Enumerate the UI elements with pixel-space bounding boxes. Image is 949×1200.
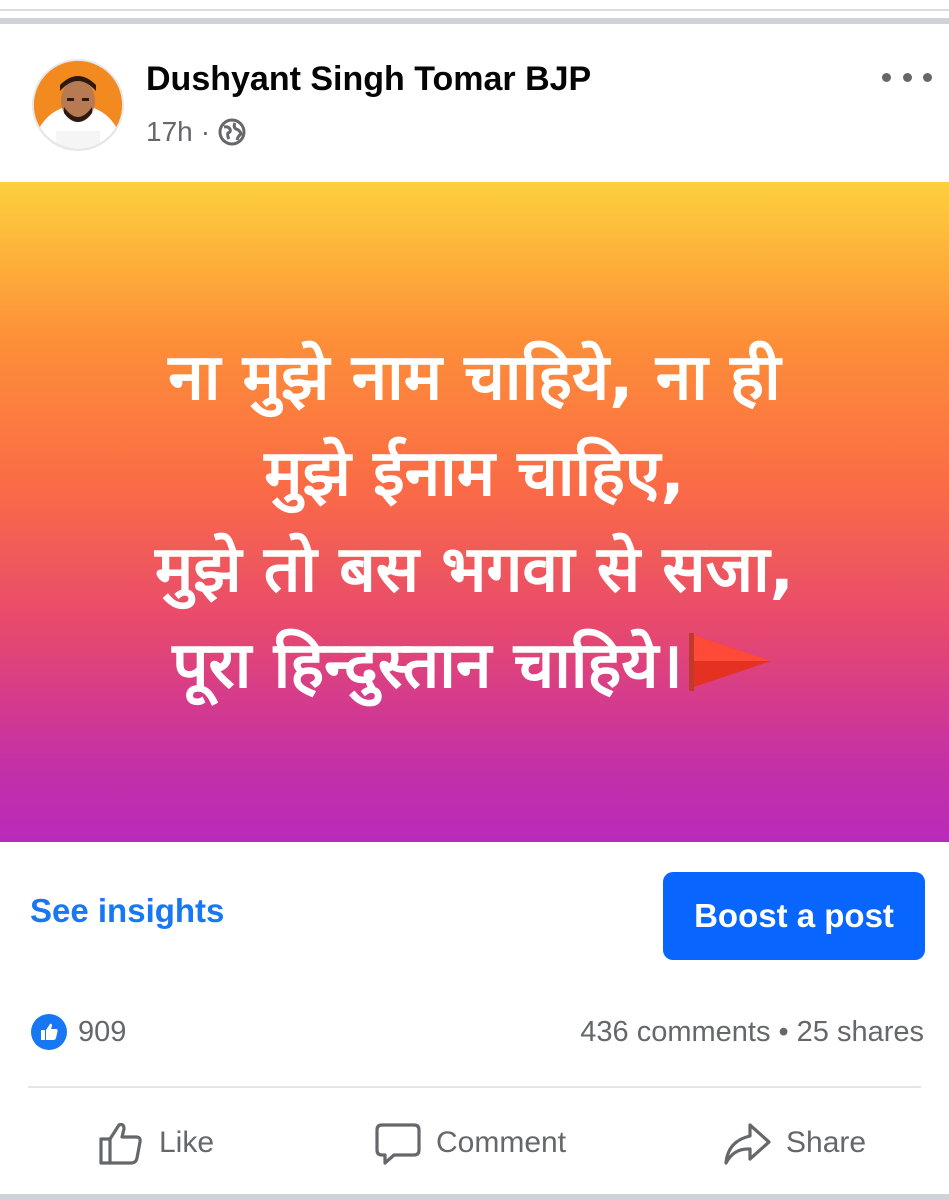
stats-separator: • <box>778 1016 789 1048</box>
quote-line-3: मुझे तो बस भगवा से सजा, <box>154 533 794 607</box>
share-count[interactable]: 25 shares <box>797 1016 924 1048</box>
like-count[interactable]: 909 <box>78 1016 126 1049</box>
post-header: Dushyant Singh Tomar BJP 17h · <box>0 24 949 182</box>
quote-line-2: मुझे ईनाम चाहिए, <box>264 437 685 511</box>
image-quote: ना मुझे नाम चाहिये, ना ही मुझे ईनाम चाहि… <box>0 330 949 714</box>
boost-post-button[interactable]: Boost a post <box>663 872 925 960</box>
meta-separator: · <box>200 116 211 147</box>
globe-icon <box>218 118 246 146</box>
more-icon-dot <box>882 72 891 82</box>
post-actions-row: See insights Boost a post <box>0 842 949 987</box>
share-button[interactable]: Share <box>722 1118 866 1168</box>
quote-line-1: ना मुझे नाम चाहिये, ना ही <box>168 341 781 415</box>
post-stats: 909 436 comments • 25 shares <box>0 1000 949 1066</box>
quote-line-4: पूरा हिन्दुस्तान चाहिये। <box>0 618 949 714</box>
quote-line-4-text: पूरा हिन्दुस्तान चाहिये। <box>172 629 683 703</box>
divider <box>28 1086 921 1088</box>
thumbs-up-icon <box>41 1023 58 1040</box>
flag-icon <box>688 633 771 691</box>
bottom-separator <box>0 1194 949 1200</box>
post-time[interactable]: 17h <box>146 116 193 148</box>
like-button[interactable]: Like <box>97 1118 214 1168</box>
more-options-button[interactable] <box>882 62 932 92</box>
reaction-bar: Like Comment Share <box>0 1090 949 1194</box>
post-meta: 17h · <box>146 116 246 148</box>
like-label: Like <box>159 1126 215 1159</box>
top-edge <box>0 0 949 24</box>
comments-shares: 436 comments • 25 shares <box>580 1016 924 1049</box>
avatar[interactable] <box>32 59 124 151</box>
post-image[interactable]: ना मुझे नाम चाहिये, ना ही मुझे ईनाम चाहि… <box>0 182 949 842</box>
comment-button[interactable]: Comment <box>374 1118 566 1168</box>
share-label: Share <box>786 1126 867 1159</box>
see-insights-link[interactable]: See insights <box>30 892 224 930</box>
more-icon-dot <box>902 72 912 82</box>
author-name[interactable]: Dushyant Singh Tomar BJP <box>146 60 591 99</box>
top-divider <box>0 9 949 11</box>
comment-label: Comment <box>436 1126 567 1159</box>
like-reaction-icon[interactable] <box>31 1014 67 1050</box>
comment-count[interactable]: 436 comments <box>580 1016 770 1048</box>
thumbs-up-icon <box>99 1122 142 1165</box>
avatar-image <box>34 61 122 149</box>
more-icon-dot <box>923 72 932 82</box>
share-icon <box>724 1123 771 1165</box>
comment-icon <box>375 1123 421 1165</box>
